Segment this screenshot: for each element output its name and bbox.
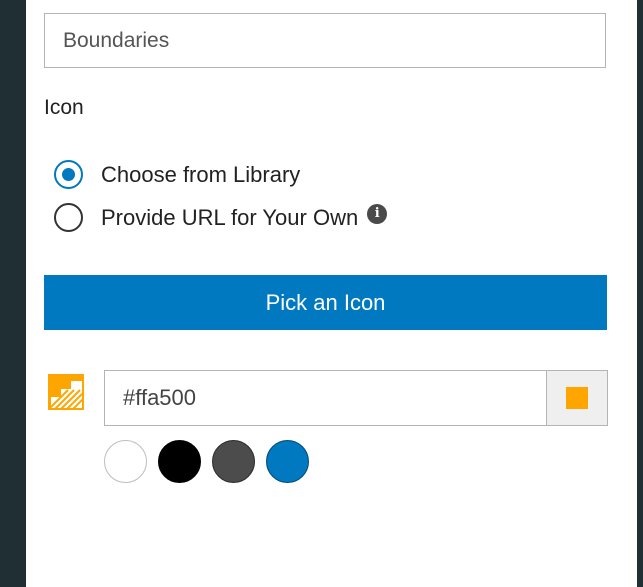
layer-name-input[interactable] — [44, 13, 606, 68]
hex-color-input[interactable] — [104, 370, 547, 426]
icon-section-label: Icon — [44, 96, 84, 119]
current-color-swatch — [566, 387, 588, 409]
left-rail — [0, 0, 26, 587]
color-presets — [104, 440, 320, 483]
preset-swatch-dark-gray[interactable] — [212, 440, 255, 483]
preset-swatch-white[interactable] — [104, 440, 147, 483]
radio-label: Choose from Library — [101, 161, 301, 187]
boundary-symbol-icon — [48, 374, 84, 410]
info-icon[interactable]: i — [367, 203, 388, 224]
radio-button[interactable] — [54, 160, 83, 189]
right-rail — [637, 0, 643, 587]
pick-icon-button[interactable]: Pick an Icon — [44, 275, 607, 330]
color-field — [104, 370, 608, 426]
preset-swatch-black[interactable] — [158, 440, 201, 483]
radio-choose-from-library[interactable]: Choose from Library — [54, 160, 300, 189]
radio-provide-url[interactable]: Provide URL for Your Own i — [54, 203, 388, 232]
color-picker-button[interactable] — [547, 370, 608, 426]
radio-label: Provide URL for Your Own — [101, 204, 359, 230]
preset-swatch-blue[interactable] — [266, 440, 309, 483]
radio-button[interactable] — [54, 203, 83, 232]
